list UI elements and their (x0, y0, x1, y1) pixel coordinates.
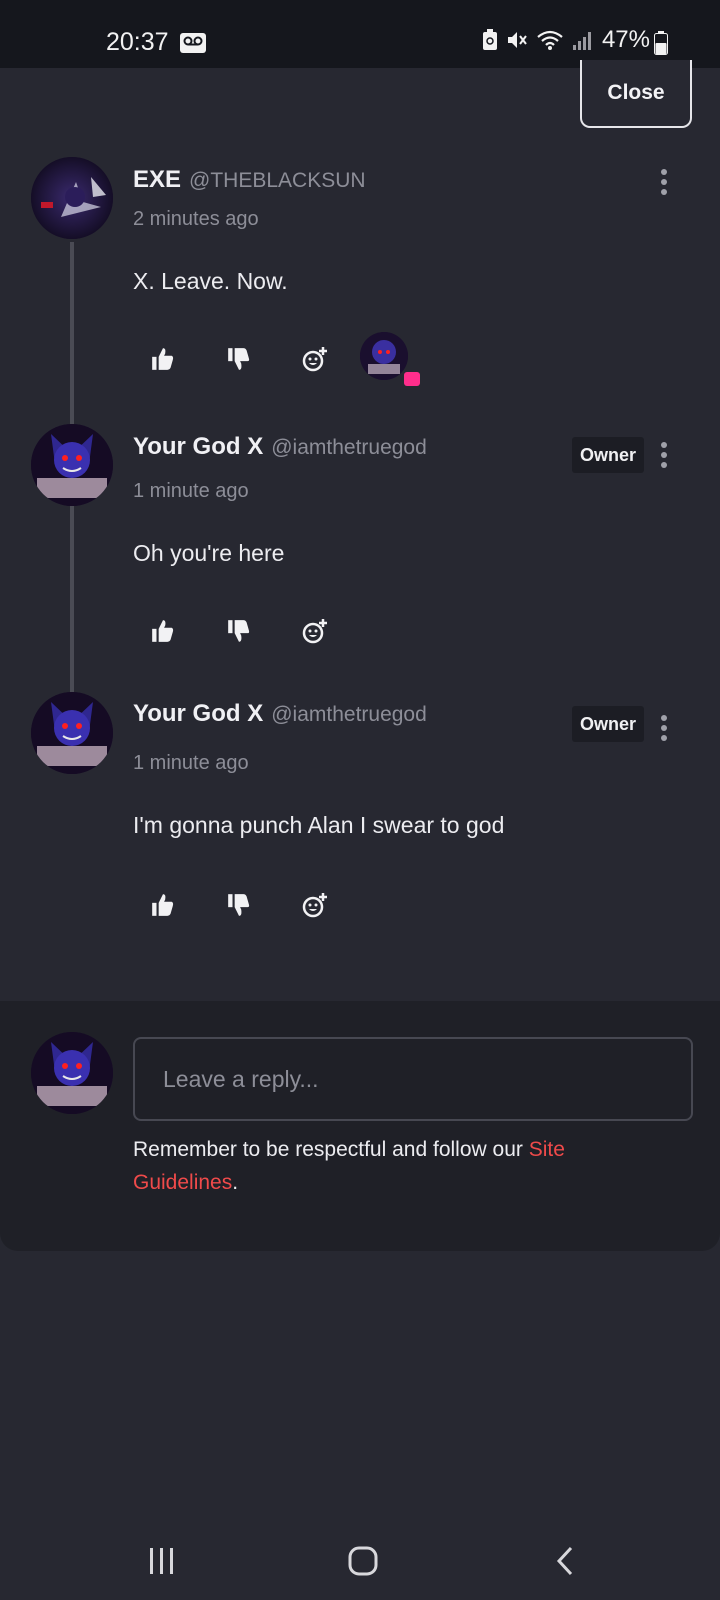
comment-author[interactable]: Your God X (133, 433, 263, 461)
signal-icon (572, 32, 591, 50)
comment-handle[interactable]: @iamthetruegod (271, 703, 427, 727)
battery-saver-icon (482, 29, 497, 50)
thumbs-down-icon[interactable] (226, 618, 252, 644)
more-options-icon[interactable] (660, 714, 668, 742)
more-options-icon[interactable] (660, 168, 668, 196)
comment-handle[interactable]: @iamthetruegod (271, 436, 427, 460)
current-user-avatar (31, 1032, 113, 1114)
close-button[interactable]: Close (580, 60, 692, 128)
wifi-icon (537, 30, 563, 50)
comment-header: Your God X @iamthetruegod (133, 700, 427, 728)
voicemail-icon (180, 33, 206, 53)
reply-input[interactable]: Leave a reply... (133, 1037, 693, 1121)
system-nav-bar (0, 1508, 720, 1600)
comment-header: EXE @THEBLACKSUN (133, 166, 366, 194)
notification-badge (404, 372, 420, 386)
comment-header: Your God X @iamthetruegod (133, 433, 427, 461)
comment-body: Oh you're here (133, 540, 285, 566)
comment-body: I'm gonna punch Alan I swear to god (133, 812, 505, 838)
comment-author[interactable]: EXE (133, 166, 181, 194)
add-reaction-icon[interactable] (302, 892, 328, 918)
battery-percent: 47% (601, 26, 650, 53)
comment-timestamp: 1 minute ago (133, 480, 249, 502)
more-options-icon[interactable] (660, 441, 668, 469)
guidelines-text: Remember to be respectful and follow our (133, 1138, 529, 1161)
owner-badge: Owner (571, 706, 644, 742)
thumbs-down-icon[interactable] (226, 892, 252, 918)
avatar[interactable] (31, 692, 113, 774)
mini-avatar (360, 332, 408, 380)
comment-author[interactable]: Your God X (133, 700, 263, 728)
guidelines-suffix: . (232, 1171, 239, 1194)
owner-badge: Owner (571, 437, 644, 473)
add-reaction-icon[interactable] (302, 618, 328, 644)
comment-actions (150, 892, 378, 918)
recent-apps-icon[interactable] (148, 1548, 176, 1574)
status-bar: 20:37 47% (0, 0, 720, 68)
thumbs-up-icon[interactable] (150, 618, 176, 644)
comment-actions (150, 332, 420, 386)
avatar[interactable] (31, 157, 113, 239)
home-icon[interactable] (348, 1546, 378, 1576)
thumbs-up-icon[interactable] (150, 346, 176, 372)
thumbs-down-icon[interactable] (226, 346, 252, 372)
avatar[interactable] (31, 424, 113, 506)
comment-body: X. Leave. Now. (133, 268, 288, 294)
guidelines-note: Remember to be respectful and follow our… (133, 1133, 673, 1199)
battery-icon (654, 31, 668, 55)
back-icon[interactable] (556, 1546, 574, 1576)
comment-handle[interactable]: @THEBLACKSUN (189, 169, 366, 193)
comment-timestamp: 2 minutes ago (133, 208, 259, 230)
thumbs-up-icon[interactable] (150, 892, 176, 918)
reply-panel: Leave a reply... Remember to be respectf… (0, 1001, 720, 1251)
mute-icon (507, 32, 527, 48)
reply-avatar-indicator[interactable] (360, 332, 420, 386)
status-time: 20:37 (106, 28, 169, 56)
comment-actions (150, 618, 378, 644)
status-icons: 47% (482, 26, 650, 54)
add-reaction-icon[interactable] (302, 346, 328, 372)
comment-timestamp: 1 minute ago (133, 752, 249, 774)
